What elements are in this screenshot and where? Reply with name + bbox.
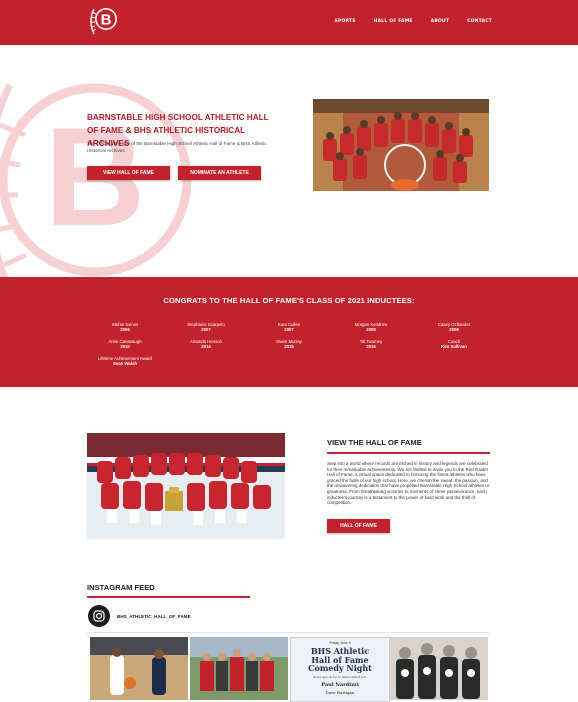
svg-text:B: B <box>101 12 112 29</box>
poster-title: BHS Athletic Hall of Fame Comedy Night <box>308 646 372 674</box>
nav-about[interactable]: ABOUT <box>431 19 449 24</box>
title-underline <box>87 596 250 598</box>
hof-description: Step into a world where records are etch… <box>327 461 490 506</box>
hero-subtitle: The Official Web Site of the Barnstable … <box>87 141 267 153</box>
inductee-item: Owen Murray 2015 <box>276 339 302 350</box>
main-nav: SPORTS HALL OF FAME ABOUT CONTACT <box>335 19 493 24</box>
instagram-post-vintage-team[interactable] <box>390 637 488 700</box>
inductee-item: Stefan Genes 2006 <box>111 322 139 333</box>
instagram-post-basketball[interactable] <box>90 637 188 700</box>
hockey-team-photo <box>87 433 285 539</box>
inductees-section: CONGRATS TO THE HALL OF FAME'S CLASS OF … <box>0 277 578 387</box>
hall-of-fame-button[interactable]: HALL OF FAME <box>327 519 390 533</box>
nav-sports[interactable]: SPORTS <box>335 19 356 24</box>
instagram-post-group[interactable] <box>190 637 288 700</box>
instagram-icon <box>93 610 105 622</box>
basketball-team-photo <box>313 99 489 191</box>
poster-host-2: Dave Rattigan <box>325 690 355 695</box>
instagram-handle[interactable]: BHS_ATHLETIC_HALL_OF_FAME <box>117 614 191 619</box>
inductee-item: Coach Kim Sullivan <box>441 339 467 350</box>
inductee-item: Lifetime Achievement Award Sean Walsh <box>98 356 152 367</box>
instagram-post-comedy-night[interactable]: Friday, June 9 BHS Athletic Hall of Fame… <box>290 637 390 702</box>
title-underline <box>327 452 490 454</box>
nominate-athlete-button[interactable]: NOMINATE AN ATHLETE <box>178 166 261 180</box>
instagram-title: INSTAGRAM FEED <box>87 583 155 592</box>
inductee-item: Kara Cullen 2007 <box>277 322 301 333</box>
nav-hall-of-fame[interactable]: HALL OF FAME <box>374 19 413 24</box>
site-header: B SPORTS HALL OF FAME ABOUT CONTACT <box>0 0 578 45</box>
inductee-item: Tal Twomey 2016 <box>359 339 383 350</box>
inductee-item: Anne Cavanaugh 2010 <box>108 339 142 350</box>
poster-details: Doors open at 6 p.m. Show starts 8 p.m. <box>313 675 367 679</box>
view-hall-of-fame-button[interactable]: VIEW HALL OF FAME <box>87 166 170 180</box>
divider <box>87 632 489 633</box>
inductees-title: CONGRATS TO THE HALL OF FAME'S CLASS OF … <box>163 296 415 305</box>
instagram-avatar[interactable] <box>88 605 110 627</box>
poster-host: Paul Nardizzi <box>321 682 359 688</box>
inductee-item: Casey Ochander 2008 <box>437 322 471 333</box>
inductee-item: Morgan Kendrew 2008 <box>354 322 388 333</box>
nav-contact[interactable]: CONTACT <box>467 19 492 24</box>
inductee-item: Stephanie Scarpelo 2007 <box>187 322 225 333</box>
hof-title: VIEW THE HALL OF FAME <box>327 438 422 447</box>
hero-section: B BARNSTABLE HIGH SCHOOL ATHLETIC HALL O… <box>0 45 578 277</box>
inductee-item: Amanda Henson 2014 <box>189 339 222 350</box>
poster-date: Friday, June 9 <box>329 641 351 645</box>
logo-icon[interactable]: B <box>88 4 120 36</box>
